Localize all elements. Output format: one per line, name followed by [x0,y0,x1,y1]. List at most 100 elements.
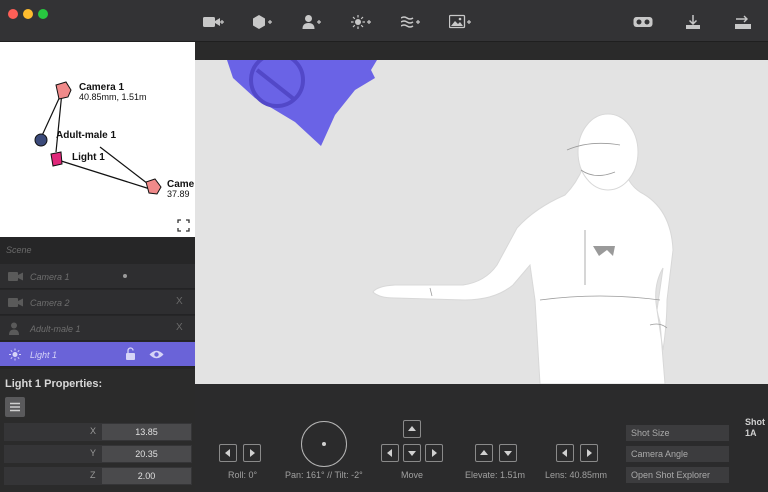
shot-size-button[interactable]: Shot Size [626,425,729,441]
scene-item-label: Adult-male 1 [30,324,81,334]
property-row-z: Z 2.00 [4,467,192,485]
add-camera-button[interactable] [203,12,225,32]
properties-panel: Light 1 Properties: X 13.85 Y 20.35 Z 2.… [0,369,195,492]
roll-right-button[interactable] [243,444,261,462]
window-close-button[interactable] [8,9,18,19]
move-left-button[interactable] [381,444,399,462]
add-light-icon [351,15,371,29]
person-icon [9,322,19,335]
selection-dot [123,274,127,278]
menu-icon [10,402,20,412]
shot-label-id: 1A [745,428,757,438]
property-key: Y [90,448,97,458]
viewport-letterbox [195,42,768,60]
elevate-up-button[interactable] [475,444,493,462]
lens-label: Lens: 40.85mm [545,470,608,480]
add-object-button[interactable] [252,12,274,32]
add-volume-button[interactable] [401,12,423,32]
camera-icon [8,272,23,281]
add-camera-icon [203,17,224,27]
light-gizmo[interactable] [227,60,377,146]
triangle-down-icon [408,451,416,456]
add-character-icon [302,15,321,29]
delete-button[interactable]: X [176,296,183,307]
joystick-dot [322,442,326,446]
add-image-icon [449,14,471,29]
add-image-button[interactable] [449,12,473,32]
vr-headset-icon [633,17,653,27]
diagram-camera-1-info: 40.85mm, 1.51m [79,92,147,102]
camera-viewport[interactable] [195,60,768,384]
scene-item-adult-male-1[interactable]: Adult-male 1 X [0,316,195,341]
triangle-left-icon [562,449,567,457]
scene-item-camera-2[interactable]: Camera 2 X [0,290,195,315]
property-row-y: Y 20.35 [4,445,192,463]
triangle-right-icon [587,449,592,457]
unlock-icon[interactable] [125,347,136,361]
move-back-button[interactable] [403,444,421,462]
triangle-up-icon [480,450,488,455]
pan-tilt-joystick[interactable] [301,421,347,467]
property-key: X [90,426,97,436]
add-volume-icon [401,16,420,28]
triangle-down-icon [504,451,512,456]
diagram-character-label: Adult-male 1 [56,130,117,141]
add-character-button[interactable] [302,12,324,32]
property-row-x: X 13.85 [4,423,192,441]
delete-button[interactable]: X [176,322,183,333]
shot-label: Shot 1A [745,417,765,439]
move-right-button[interactable] [425,444,443,462]
open-shot-explorer-button[interactable]: Open Shot Explorer [626,467,729,483]
camera-angle-button[interactable]: Camera Angle [626,446,729,462]
property-key: Z [90,470,96,480]
light-icon [9,348,21,361]
top-toolbar [0,0,768,42]
triangle-right-icon [432,449,437,457]
window-maximize-button[interactable] [38,9,48,19]
overhead-diagram[interactable]: Camera 1 40.85mm, 1.51m Adult-male 1 Lig… [0,42,195,237]
elevate-label: Elevate: 1.51m [465,470,526,480]
swap-button[interactable] [734,12,752,32]
property-x-input[interactable]: 13.85 [102,424,191,440]
properties-menu-button[interactable] [5,397,25,417]
vr-headset-button[interactable] [633,12,653,32]
camera-2-marker[interactable] [145,178,162,195]
diagram-light-label: Light 1 [72,152,105,163]
window-minimize-button[interactable] [23,9,33,19]
export-button[interactable] [685,12,701,32]
diagram-camera-2-info: 37.89 [167,189,190,199]
lens-increase-button[interactable] [580,444,598,462]
triangle-up-icon [408,426,416,431]
triangle-right-icon [250,449,255,457]
move-forward-button[interactable] [403,420,421,438]
property-z-input[interactable]: 2.00 [102,468,191,484]
property-y-input[interactable]: 20.35 [102,446,191,462]
scene-panel: Scene Camera 1 Camera 2 X Adult-male 1 X… [0,237,195,369]
camera-controls: Roll: 0° Pan: 161° // Tilt: -2° Move Ele… [195,384,768,492]
pan-tilt-label: Pan: 161° // Tilt: -2° [285,470,363,480]
app-window: Camera 1 40.85mm, 1.51m Adult-male 1 Lig… [0,0,768,492]
viewport-scene [227,60,674,384]
lens-decrease-button[interactable] [556,444,574,462]
triangle-left-icon [387,449,392,457]
move-label: Move [401,470,424,480]
add-light-button[interactable] [351,12,373,32]
scene-item-light-1[interactable]: Light 1 [0,342,195,367]
export-icon [686,15,700,29]
light-marker[interactable] [50,151,63,167]
scene-title: Scene [6,245,32,255]
swap-icon [735,15,751,29]
elevate-down-button[interactable] [499,444,517,462]
scene-item-label: Camera 2 [30,298,70,308]
scene-item-label: Light 1 [30,350,58,360]
triangle-left-icon [225,449,230,457]
expand-icon[interactable] [177,219,190,232]
shot-label-title: Shot [745,417,765,427]
roll-label: Roll: 0° [228,470,258,480]
scene-item-camera-1[interactable]: Camera 1 [0,264,195,289]
camera-1-marker[interactable] [55,81,72,100]
roll-left-button[interactable] [219,444,237,462]
eye-icon[interactable] [149,349,164,360]
adult-male-figure[interactable] [372,113,674,384]
character-marker[interactable] [34,133,48,147]
